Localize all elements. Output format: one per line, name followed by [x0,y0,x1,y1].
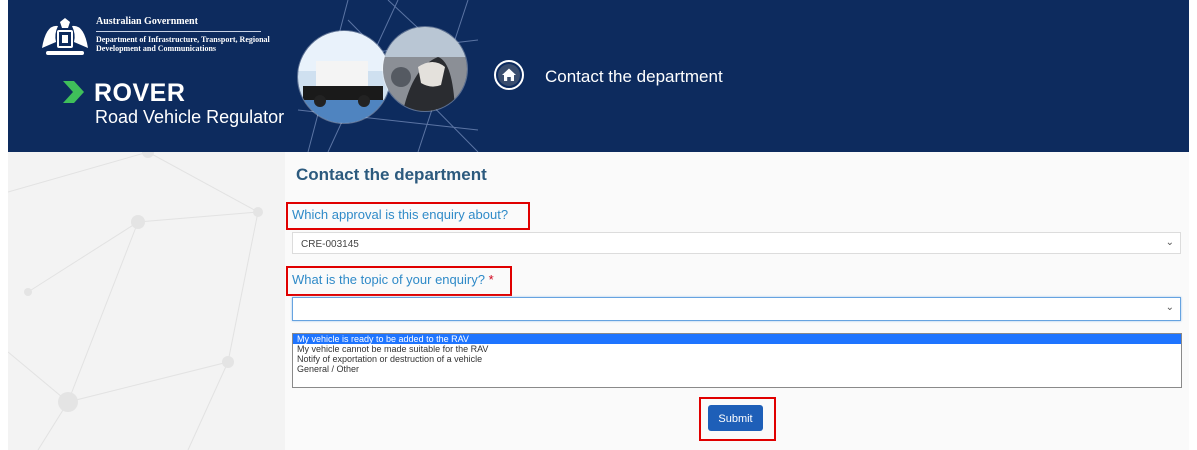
topic-option[interactable]: General / Other [293,364,1181,374]
app-name[interactable]: ROVER [94,79,185,108]
approval-select-value: CRE-003145 [301,239,359,250]
submit-button[interactable]: Submit [708,405,763,431]
chevron-right-icon [63,81,84,103]
topic-option[interactable]: Notify of exportation or destruction of … [293,354,1181,364]
topic-option[interactable]: My vehicle cannot be made suitable for t… [293,344,1181,354]
government-name: Australian Government [96,16,198,27]
approval-select[interactable]: CRE-003145 ⌄ [292,232,1181,254]
topic-label: What is the topic of your enquiry? * [292,272,494,287]
header-page-title: Contact the department [545,67,723,86]
approval-label: Which approval is this enquiry about? [292,207,509,222]
topic-select[interactable]: ⌄ [292,297,1181,321]
chevron-down-icon: ⌄ [1165,302,1174,313]
home-icon[interactable] [493,59,525,91]
chevron-down-icon: ⌄ [1165,237,1174,248]
required-marker: * [488,272,494,287]
site-header: Australian Government Department of Infr… [8,0,1189,152]
topic-option[interactable]: My vehicle is ready to be added to the R… [293,334,1181,344]
topic-dropdown-list[interactable]: My vehicle is ready to be added to the R… [292,333,1182,388]
vehicle-interior-photo [382,26,468,112]
truck-photo [297,30,391,124]
coat-of-arms-icon [42,18,88,55]
page-title: Contact the department [296,165,487,184]
app-subtitle: Road Vehicle Regulator [95,107,285,127]
divider [96,31,261,32]
department-name: Department of Infrastructure, Transport,… [96,35,270,53]
topic-label-text: What is the topic of your enquiry? [292,272,485,287]
